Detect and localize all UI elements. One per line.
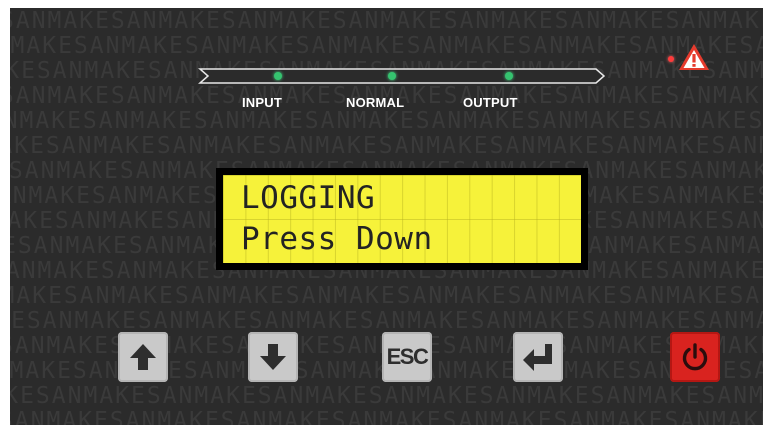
watermark-row: SANMAKESANMAKESANMAKESANMAKESANMAKESANMA… [10, 383, 763, 409]
lcd-screen: LOGGING Press Down [223, 175, 581, 263]
esc-button[interactable]: ESC [382, 332, 432, 382]
normal-label: NORMAL [346, 95, 405, 110]
down-button[interactable] [248, 332, 298, 382]
output-label: OUTPUT [463, 95, 518, 110]
enter-icon [521, 341, 555, 373]
arrow-down-icon [259, 342, 287, 372]
watermark-row: SANMAKESANMAKESANMAKESANMAKESANMAKESANMA… [10, 33, 763, 59]
input-label: INPUT [242, 95, 282, 110]
watermark-row: SANMAKESANMAKESANMAKESANMAKESANMAKESANMA… [10, 133, 763, 159]
esc-label: ESC [386, 344, 429, 369]
output-led [505, 72, 513, 80]
power-button[interactable] [670, 332, 720, 382]
input-led [274, 72, 282, 80]
warning-triangle-icon [678, 43, 710, 76]
normal-led [388, 72, 396, 80]
lcd-line-1: LOGGING [241, 180, 376, 216]
watermark-row: SANMAKESANMAKESANMAKESANMAKESANMAKESANMA… [10, 308, 763, 334]
status-indicator-bar [198, 66, 606, 86]
watermark-row: SANMAKESANMAKESANMAKESANMAKESANMAKESANMA… [10, 408, 763, 425]
up-button[interactable] [118, 332, 168, 382]
control-panel: SANMAKESANMAKESANMAKESANMAKESANMAKESANMA… [10, 8, 763, 425]
watermark-row: SANMAKESANMAKESANMAKESANMAKESANMAKESANMA… [10, 283, 763, 309]
alarm-indicator-dot [668, 56, 674, 62]
watermark-row: SANMAKESANMAKESANMAKESANMAKESANMAKESANMA… [10, 108, 763, 134]
lcd-display: LOGGING Press Down [216, 168, 588, 270]
lcd-line-2: Press Down [241, 221, 433, 257]
power-icon [680, 342, 710, 372]
watermark-row: SANMAKESANMAKESANMAKESANMAKESANMAKESANMA… [10, 8, 763, 34]
enter-button[interactable] [513, 332, 563, 382]
arrow-up-icon [129, 342, 157, 372]
